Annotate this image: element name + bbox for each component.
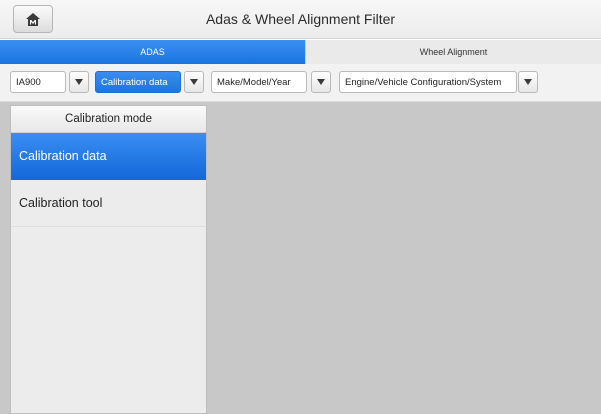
filter-make-dropdown[interactable]: Make/Model/Year — [211, 71, 307, 93]
content-area: Calibration mode Calibration data Calibr… — [0, 102, 601, 414]
calibration-mode-panel: Calibration mode Calibration data Calibr… — [10, 105, 207, 414]
filter-make-value: Make/Model/Year — [217, 76, 291, 88]
chevron-down-icon — [317, 79, 325, 85]
filter-system-value: Engine/Vehicle Configuration/System — [345, 76, 502, 88]
home-m-icon — [26, 12, 40, 26]
filter-data-toggle[interactable] — [184, 71, 204, 93]
filter-device-toggle[interactable] — [69, 71, 89, 93]
chevron-down-icon — [190, 79, 198, 85]
filter-data-dropdown[interactable]: Calibration data — [95, 71, 181, 93]
title-bar: Adas & Wheel Alignment Filter — [0, 0, 601, 39]
tab-wheel-alignment[interactable]: Wheel Alignment — [305, 40, 601, 64]
page-title: Adas & Wheel Alignment Filter — [205, 11, 396, 27]
list-item-calibration-data[interactable]: Calibration data — [11, 133, 206, 180]
tab-bar: ADAS Wheel Alignment — [0, 40, 601, 64]
chevron-down-icon — [75, 79, 83, 85]
panel-heading: Calibration mode — [11, 106, 206, 133]
filter-make-toggle[interactable] — [311, 71, 331, 93]
list-item-calibration-tool[interactable]: Calibration tool — [11, 180, 206, 227]
filter-device-dropdown[interactable]: IA900 — [10, 71, 66, 93]
tab-adas[interactable]: ADAS — [0, 40, 305, 64]
home-button[interactable] — [13, 5, 53, 33]
filter-data-value: Calibration data — [101, 76, 168, 88]
filter-bar: IA900 Calibration data Make/Model/Year E… — [0, 64, 601, 102]
filter-system-toggle[interactable] — [518, 71, 538, 93]
filter-device-value: IA900 — [16, 76, 41, 88]
filter-system-dropdown[interactable]: Engine/Vehicle Configuration/System — [339, 71, 517, 93]
app-window: Adas & Wheel Alignment Filter ADAS Wheel… — [0, 0, 601, 414]
chevron-down-icon — [524, 79, 532, 85]
